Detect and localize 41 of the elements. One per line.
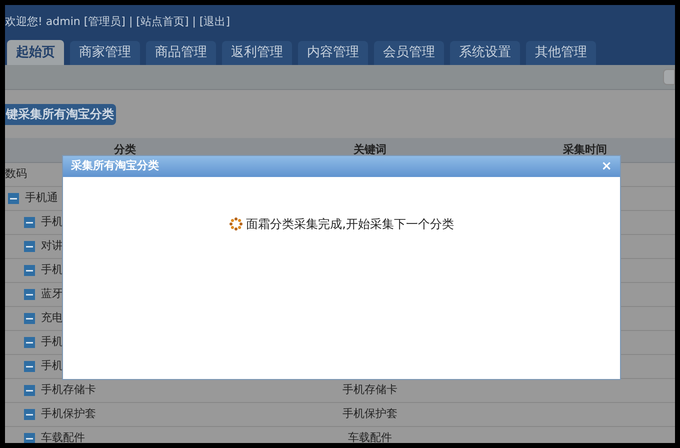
collapse-icon[interactable] <box>24 289 35 300</box>
nav-tab[interactable]: 内容管理 <box>298 41 368 65</box>
collapse-icon[interactable] <box>24 433 35 443</box>
welcome-text: 欢迎您! admin [管理员] | [站点首页] | [退出] <box>5 14 230 30</box>
nav-tab[interactable]: 会员管理 <box>374 41 444 65</box>
collapse-icon[interactable] <box>24 337 35 348</box>
dialog-title: 采集所有淘宝分类 <box>71 158 159 174</box>
collapse-icon[interactable] <box>24 217 35 228</box>
nav-tab[interactable]: 系统设置 <box>450 41 520 65</box>
collapse-icon[interactable] <box>24 313 35 324</box>
collapse-icon[interactable] <box>24 385 35 396</box>
collapse-icon[interactable] <box>24 265 35 276</box>
keyword-cell-text: 手机存储卡 <box>342 382 398 398</box>
collect-button[interactable]: 键采集所有淘宝分类 <box>5 104 116 124</box>
category-name: 蓝牙 <box>41 286 63 302</box>
column-header: 采集时间 <box>562 142 608 158</box>
status-message: 面霜分类采集完成,开始采集下一个分类 <box>246 216 454 233</box>
category-name: 手机 <box>41 334 63 350</box>
loading-spinner-icon <box>229 217 244 231</box>
nav-tab[interactable]: 起始页 <box>7 40 64 65</box>
nav-tab[interactable]: 返利管理 <box>222 41 292 65</box>
category-name: 手机 <box>41 214 63 230</box>
nav-tab[interactable]: 商品管理 <box>146 41 216 65</box>
collapse-icon[interactable] <box>8 193 19 204</box>
keyword-cell-text: 手机保护套 <box>342 406 398 422</box>
collapse-icon[interactable] <box>24 241 35 252</box>
column-header: 关键词 <box>352 142 388 158</box>
category-name: 手机通 <box>25 190 58 206</box>
keyword-cell: 车载配件 <box>348 430 392 443</box>
category-name: 手机 <box>41 358 63 374</box>
collapse-icon[interactable] <box>24 409 35 420</box>
category-name: 数码 <box>5 166 27 182</box>
nav-tab[interactable]: 其他管理 <box>526 41 596 65</box>
column-header: 分类 <box>113 142 137 158</box>
nav-tab[interactable]: 商家管理 <box>70 41 140 65</box>
category-name: 车载配件 <box>41 430 85 443</box>
category-name: 手机保护套 <box>41 406 96 422</box>
category-name: 手机 <box>41 262 63 278</box>
category-name: 对讲 <box>41 238 63 254</box>
category-name: 手机存储卡 <box>41 382 96 398</box>
collapse-icon[interactable] <box>24 361 35 372</box>
